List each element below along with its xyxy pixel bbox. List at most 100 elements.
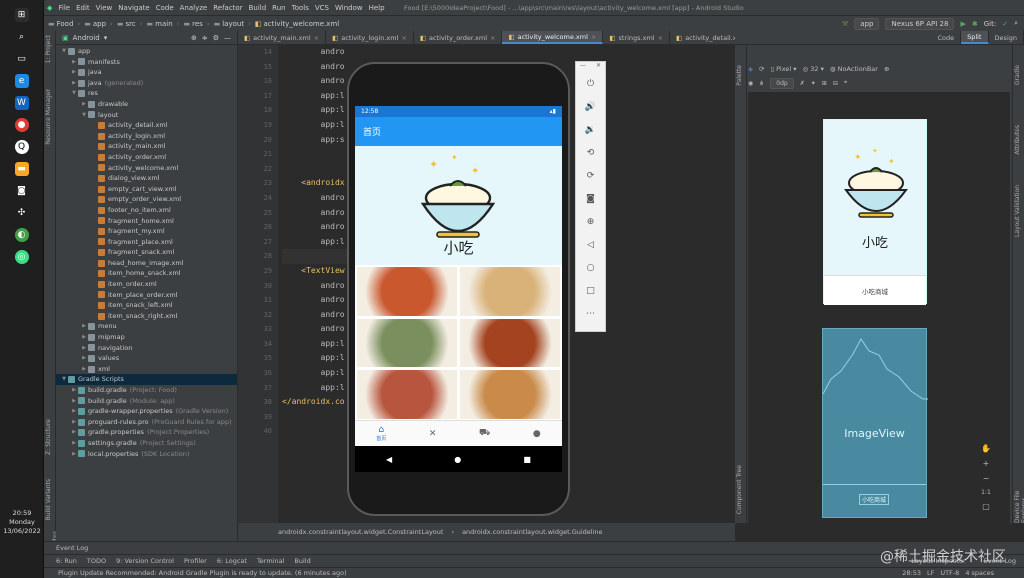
- status-item[interactable]: 4 spaces: [965, 569, 994, 577]
- close-icon[interactable]: ×: [658, 34, 663, 42]
- tree-item[interactable]: item_home_snack.xml: [56, 268, 237, 279]
- eye-icon[interactable]: ◉: [748, 80, 753, 87]
- locate-icon[interactable]: ⊕: [191, 34, 197, 42]
- tree-item[interactable]: ▶ xml: [56, 364, 237, 375]
- close-icon[interactable]: ×: [401, 34, 406, 42]
- qq-icon[interactable]: Q: [14, 140, 29, 154]
- left-tool-tab[interactable]: 1: Project: [45, 35, 52, 63]
- zoom-fit[interactable]: 1:1: [981, 489, 991, 496]
- tree-item[interactable]: ▶ build.gradle (Module: app): [56, 396, 237, 407]
- status-item[interactable]: 28:53: [902, 569, 921, 577]
- pack-icon[interactable]: ⊞: [822, 80, 827, 87]
- tool-window-button[interactable]: 9: Version Control: [116, 557, 174, 565]
- recents-icon[interactable]: ■: [523, 455, 531, 464]
- tree-item[interactable]: ▶ local.properties (SDK Location): [56, 449, 237, 460]
- volume-down-icon[interactable]: 🔉: [576, 118, 605, 141]
- view-mode-select[interactable]: Android: [73, 34, 100, 42]
- tree-item[interactable]: ▶ drawable: [56, 99, 237, 110]
- design-preview[interactable]: ✦ ✦ ✦ 小吃 小吃商城: [823, 119, 927, 305]
- tree-item[interactable]: activity_detail.xml: [56, 120, 237, 131]
- pan-icon[interactable]: ✋: [981, 444, 991, 453]
- event-log-label[interactable]: Event Log: [56, 544, 88, 552]
- infer-icon[interactable]: ✦: [811, 80, 816, 87]
- status-message[interactable]: Plugin Update Recommended: Android Gradl…: [58, 569, 347, 577]
- tree-item[interactable]: ▶ gradle.properties (Project Properties): [56, 427, 237, 438]
- edge-icon[interactable]: e: [14, 74, 29, 88]
- expand-arrow-icon[interactable]: ▶: [70, 449, 78, 460]
- camera-icon[interactable]: ◙: [15, 184, 29, 198]
- editor-tab[interactable]: ◧ activity_order.xml ×: [414, 31, 503, 44]
- tree-item[interactable]: ▶ gradle-wrapper.properties (Gradle Versio…: [56, 406, 237, 417]
- tree-item[interactable]: fragment_place.xml: [56, 237, 237, 248]
- tree-item[interactable]: ▶ values: [56, 353, 237, 364]
- tree-item[interactable]: footer_no_item.xml: [56, 205, 237, 216]
- expand-arrow-icon[interactable]: ▶: [80, 364, 88, 375]
- tool-window-button[interactable]: 6: Logcat: [217, 557, 247, 565]
- collapse-icon[interactable]: ≑: [202, 34, 208, 42]
- view-mode-design[interactable]: Design: [989, 31, 1024, 44]
- back-icon[interactable]: ◀: [386, 455, 392, 464]
- check-icon[interactable]: ✓: [1002, 20, 1008, 28]
- breadcrumb-item[interactable]: androidx.constraintlayout.widget.Guideli…: [462, 528, 602, 536]
- status-item[interactable]: LF: [927, 569, 934, 577]
- expand-arrow-icon[interactable]: ▶: [80, 332, 88, 343]
- expand-arrow-icon[interactable]: ▶: [80, 353, 88, 364]
- debug-icon[interactable]: ✱: [972, 20, 978, 28]
- close-icon[interactable]: ×: [314, 34, 319, 42]
- run-config-select[interactable]: app: [854, 17, 880, 30]
- view-mode-code[interactable]: Code: [931, 31, 962, 44]
- breadcrumb-item[interactable]: ◧ activity_welcome.xml: [251, 20, 343, 28]
- tree-item[interactable]: fragment_my.xml: [56, 226, 237, 237]
- hide-icon[interactable]: —: [224, 34, 231, 42]
- view-mode-split[interactable]: Split: [961, 31, 989, 44]
- menu-view[interactable]: View: [93, 4, 116, 12]
- magnet-icon[interactable]: ⋔: [759, 80, 764, 87]
- expand-arrow-icon[interactable]: ▶: [70, 438, 78, 449]
- search-icon[interactable]: ⌕: [15, 30, 29, 44]
- editor-tab[interactable]: ◧ activity_welcome.xml ×: [502, 31, 604, 44]
- expand-arrow-icon[interactable]: ▶: [80, 343, 88, 354]
- windows-start-icon[interactable]: ⊞: [14, 8, 29, 22]
- power-icon[interactable]: ⏻: [576, 72, 605, 95]
- menu-file[interactable]: File: [55, 4, 73, 12]
- margin-value[interactable]: 0dp: [770, 77, 794, 89]
- api-select[interactable]: ◎ 32 ▾: [803, 65, 824, 73]
- menu-edit[interactable]: Edit: [73, 4, 93, 12]
- emulator-screen[interactable]: 12:58 ▴▮ 首页 ✦ ✦ ✦ 小吃 ⌂ 首页 ✕ ⛟ ● ◀ ● ■: [355, 106, 562, 472]
- expand-arrow-icon[interactable]: ▶: [70, 427, 78, 438]
- word-icon[interactable]: W: [14, 96, 29, 110]
- tree-item[interactable]: activity_order.xml: [56, 152, 237, 163]
- tree-item[interactable]: ▶ mipmap: [56, 332, 237, 343]
- blueprint-preview[interactable]: ImageView 小吃商城: [822, 328, 928, 518]
- zoom-out-square-icon[interactable]: ▢: [982, 502, 990, 511]
- tree-item[interactable]: dialog_view.xml: [56, 173, 237, 184]
- breadcrumb-item[interactable]: androidx.constraintlayout.widget.Constra…: [278, 528, 443, 536]
- expand-arrow-icon[interactable]: ▼: [80, 110, 88, 121]
- menu-help[interactable]: Help: [366, 4, 388, 12]
- tree-item[interactable]: fragment_home.xml: [56, 216, 237, 227]
- breadcrumb-item[interactable]: ▬ main: [143, 20, 177, 28]
- tree-item[interactable]: ▼ res: [56, 88, 237, 99]
- menu-tools[interactable]: Tools: [289, 4, 312, 12]
- hammer-icon[interactable]: ⚒: [842, 20, 848, 28]
- layers-icon[interactable]: ◈: [748, 65, 753, 73]
- expand-arrow-icon[interactable]: ▶: [70, 417, 78, 428]
- tree-item[interactable]: ▶ proguard-rules.pro (ProGuard Rules for a…: [56, 417, 237, 428]
- menu-vcs[interactable]: VCS: [312, 4, 332, 12]
- screenshot-icon[interactable]: ◙: [576, 187, 605, 210]
- back-icon[interactable]: ◁: [576, 233, 605, 256]
- tool-window-button[interactable]: Terminal: [257, 557, 284, 565]
- chrome-icon[interactable]: ●: [14, 118, 29, 132]
- wechat-icon[interactable]: ◐: [14, 228, 29, 242]
- file-explorer-icon[interactable]: ▬: [14, 162, 29, 176]
- food-image-fried-chicken[interactable]: [357, 267, 457, 316]
- tree-item[interactable]: ▶ manifests: [56, 57, 237, 68]
- breadcrumb-item[interactable]: ▬ layout: [210, 20, 248, 28]
- tree-item[interactable]: empty_order_view.xml: [56, 194, 237, 205]
- menu-window[interactable]: Window: [332, 4, 366, 12]
- expand-arrow-icon[interactable]: ▼: [60, 374, 68, 385]
- tree-item[interactable]: head_home_image.xml: [56, 258, 237, 269]
- editor-tab[interactable]: ◧ strings.xml ×: [603, 31, 671, 44]
- tool-window-button[interactable]: Profiler: [184, 557, 207, 565]
- breadcrumb-item[interactable]: ▬ src: [113, 20, 140, 28]
